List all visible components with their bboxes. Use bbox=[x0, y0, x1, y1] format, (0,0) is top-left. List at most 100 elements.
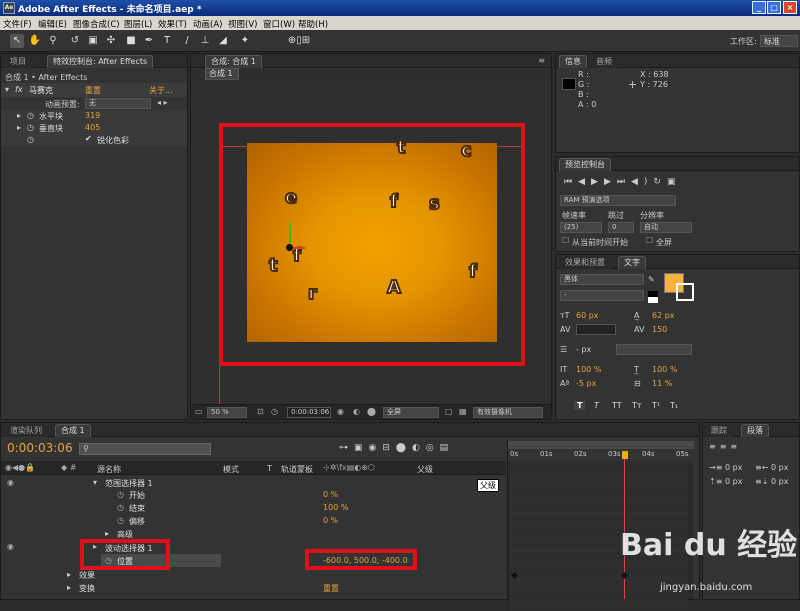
font-family-select[interactable]: 黑体 bbox=[560, 274, 644, 285]
faux-bold-button[interactable]: T bbox=[574, 401, 586, 410]
menu-animation[interactable]: 动画(A) bbox=[193, 18, 222, 30]
faux-italic-button[interactable]: T bbox=[594, 401, 599, 410]
stroke-type-select[interactable] bbox=[616, 344, 692, 355]
region-of-interest-icon[interactable]: ▢ bbox=[445, 407, 453, 416]
brush-tool-icon[interactable]: / bbox=[180, 34, 194, 48]
white-swatch[interactable] bbox=[648, 297, 658, 303]
menu-layer[interactable]: 图层(L) bbox=[124, 18, 152, 30]
hand-tool-icon[interactable]: ✋ bbox=[28, 34, 42, 48]
snapshot-icon[interactable]: ◉ bbox=[337, 407, 344, 416]
menu-window[interactable]: 窗口(W) bbox=[263, 18, 295, 30]
camera-tool-icon[interactable]: ▣ bbox=[86, 34, 100, 48]
tsume-value[interactable]: 11 % bbox=[652, 379, 672, 388]
all-caps-button[interactable]: TT bbox=[612, 401, 622, 410]
stopwatch-icon[interactable]: ◷ bbox=[117, 516, 124, 525]
eraser-tool-icon[interactable]: ◢ bbox=[216, 34, 230, 48]
timeline-timecode[interactable]: 0:00:03:06 bbox=[7, 441, 73, 455]
expand-arrow-icon[interactable]: ▸ bbox=[17, 111, 21, 120]
indent-left-value[interactable]: 0 px bbox=[725, 463, 742, 472]
space-after-value[interactable]: 0 px bbox=[771, 477, 788, 486]
menu-view[interactable]: 视图(V) bbox=[228, 18, 257, 30]
tab-audio[interactable]: 音频 bbox=[590, 55, 618, 68]
skip-select[interactable]: 0 bbox=[608, 222, 634, 233]
panel-menu-icon[interactable]: ≡ bbox=[538, 56, 545, 65]
stopwatch-icon[interactable]: ◷ bbox=[117, 503, 124, 512]
eye-icon[interactable]: ◉ bbox=[7, 542, 14, 551]
menu-composition[interactable]: 图像合成(C) bbox=[73, 18, 120, 30]
search-field[interactable] bbox=[79, 443, 211, 455]
expand-arrow-icon[interactable]: ▸ bbox=[67, 570, 71, 579]
zoom-select[interactable]: 50 % bbox=[207, 407, 247, 418]
stroke-color-swatch[interactable] bbox=[676, 283, 694, 301]
preset-select[interactable]: 无 bbox=[85, 98, 151, 109]
fit-icon[interactable]: ⊡ bbox=[257, 407, 264, 416]
checkbox-icon[interactable]: ☐ bbox=[562, 236, 569, 245]
frame-rate-select[interactable]: (25) bbox=[560, 222, 602, 233]
vertical-scale-value[interactable]: 100 % bbox=[576, 365, 601, 374]
indent-right-value[interactable]: 0 px bbox=[771, 463, 788, 472]
always-preview-icon[interactable]: ▭ bbox=[195, 407, 203, 416]
checkbox-icon[interactable]: ☐ bbox=[646, 236, 653, 245]
tab-paragraph[interactable]: 段落 bbox=[741, 424, 769, 437]
font-style-select[interactable]: - bbox=[560, 290, 644, 301]
small-caps-button[interactable]: Tт bbox=[632, 401, 642, 410]
pan-behind-tool-icon[interactable]: ✣ bbox=[104, 34, 118, 48]
menu-edit[interactable]: 编辑(E) bbox=[38, 18, 67, 30]
param-value-vertical[interactable]: 405 bbox=[85, 123, 100, 132]
transport-controls-icon[interactable]: ⏮◀▶▶⏭◀)↻▣ bbox=[564, 177, 681, 187]
effect-reset-link[interactable]: 重置 bbox=[85, 85, 101, 96]
channel-icon[interactable]: ⬤ bbox=[367, 407, 376, 416]
transparency-grid-icon[interactable]: ▦ bbox=[459, 407, 467, 416]
ram-preview-select[interactable]: RAM 预演选项 bbox=[560, 195, 676, 206]
space-before-value[interactable]: 0 px bbox=[725, 477, 742, 486]
rotate-tool-icon[interactable]: ↺ bbox=[68, 34, 82, 48]
maximize-button[interactable]: □ bbox=[767, 1, 781, 14]
tab-render-queue[interactable]: 渲染队列 bbox=[4, 424, 48, 437]
tab-project[interactable]: 项目 bbox=[4, 55, 32, 68]
stopwatch-icon[interactable]: ◷ bbox=[117, 490, 124, 499]
resolution-select[interactable]: 全屏 bbox=[383, 407, 439, 418]
stopwatch-icon[interactable]: ◷ bbox=[27, 123, 34, 132]
expand-arrow-icon[interactable]: ▸ bbox=[17, 123, 21, 132]
selection-tool-icon[interactable]: ↖ bbox=[10, 34, 24, 48]
preset-nav-arrows-icon[interactable]: ◂ ▸ bbox=[157, 98, 168, 107]
clone-stamp-tool-icon[interactable]: ⊥ bbox=[198, 34, 212, 48]
stroke-width-value[interactable]: - px bbox=[576, 345, 591, 354]
stopwatch-icon[interactable]: ◷ bbox=[27, 111, 34, 120]
tab-preview[interactable]: 预览控制台 bbox=[559, 158, 611, 171]
effect-about-link[interactable]: 关于... bbox=[149, 85, 173, 96]
timeline-switches-icon[interactable]: ⊶▣◉⊟⬤◐◎▤ bbox=[339, 443, 454, 453]
menu-file[interactable]: 文件(F) bbox=[3, 18, 32, 30]
leading-value[interactable]: 62 px bbox=[652, 311, 675, 320]
resolution-select-preview[interactable]: 自动 bbox=[640, 222, 692, 233]
tab-comp-1[interactable]: 合成 1 bbox=[55, 424, 91, 437]
eye-icon[interactable]: ◉ bbox=[7, 478, 14, 487]
alignment-buttons-icon[interactable]: ≡≡≡ bbox=[709, 442, 741, 451]
zoom-tool-icon[interactable]: ⚲ bbox=[46, 34, 60, 48]
subtab-composition[interactable]: 合成 1 bbox=[205, 68, 239, 80]
tab-info[interactable]: 信息 bbox=[559, 55, 587, 68]
tab-composition[interactable]: 合成: 合成 1 bbox=[205, 55, 262, 68]
horizontal-scale-value[interactable]: 100 % bbox=[652, 365, 677, 374]
offset-value[interactable]: 0 % bbox=[323, 516, 338, 525]
param-value-horizontal[interactable]: 319 bbox=[85, 111, 100, 120]
time-ruler[interactable]: 0s 01s 02s 03s 04s 05s bbox=[508, 449, 694, 461]
work-area-bar[interactable] bbox=[508, 441, 694, 449]
font-size-value[interactable]: 60 px bbox=[576, 311, 599, 320]
timecode-icon[interactable]: ◷ bbox=[271, 407, 278, 416]
workspace-select[interactable]: 标准 bbox=[760, 35, 798, 47]
pen-tool-icon[interactable]: ✒ bbox=[142, 34, 156, 48]
subscript-button[interactable]: T₁ bbox=[670, 401, 678, 410]
stopwatch-icon[interactable]: ◷ bbox=[27, 135, 34, 144]
kerning-field[interactable] bbox=[576, 324, 616, 335]
start-value[interactable]: 0 % bbox=[323, 490, 338, 499]
axis-mode-icon[interactable]: ⊕▯⊞ bbox=[284, 34, 314, 48]
expand-arrow-icon[interactable]: ▸ bbox=[105, 529, 109, 538]
tab-character[interactable]: 文字 bbox=[618, 256, 646, 269]
text-tool-icon[interactable]: T bbox=[160, 34, 174, 48]
tab-tracker[interactable]: 跟踪 bbox=[705, 424, 733, 437]
expand-arrow-icon[interactable]: ▸ bbox=[67, 583, 71, 592]
checkbox-icon[interactable]: ✔ bbox=[85, 134, 92, 143]
tracking-value[interactable]: 150 bbox=[652, 325, 667, 334]
show-snapshot-icon[interactable]: ◐ bbox=[353, 407, 360, 416]
